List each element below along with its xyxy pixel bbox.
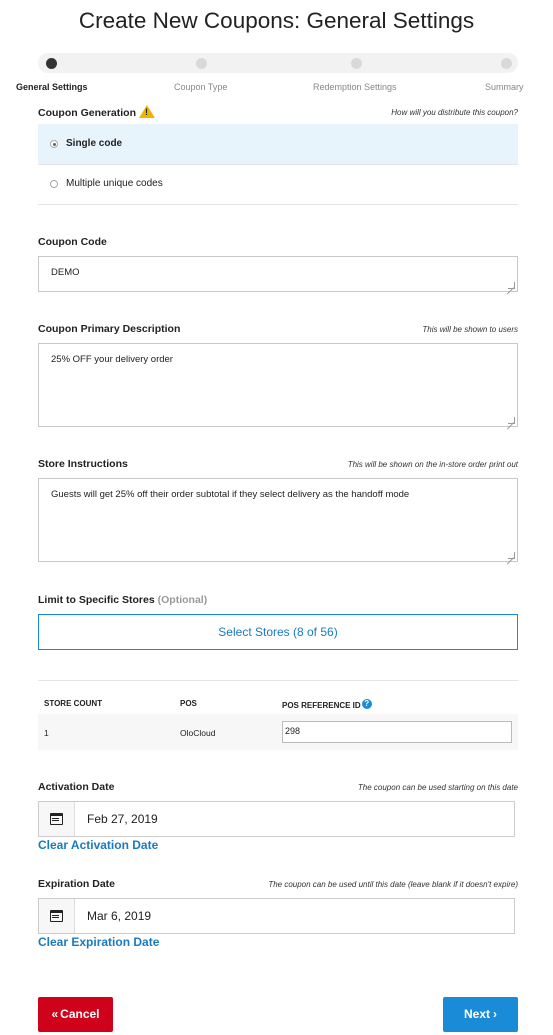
- pos-reference-id-input[interactable]: 298: [282, 721, 512, 743]
- pos-cell: OloCloud: [180, 728, 216, 738]
- coupon-generation-label: Coupon Generation: [38, 105, 155, 119]
- divider: [38, 680, 518, 681]
- primary-description-textarea[interactable]: 25% OFF your delivery order: [38, 343, 518, 427]
- step-dot-summary[interactable]: [501, 58, 512, 69]
- activation-date-value[interactable]: Feb 27, 2019: [87, 812, 158, 826]
- calendar-button[interactable]: [39, 802, 75, 836]
- radio-single-code-label[interactable]: Single code: [66, 138, 122, 149]
- limit-stores-label: Limit to Specific Stores (Optional): [38, 594, 207, 606]
- cancel-button[interactable]: Cancel: [38, 997, 113, 1032]
- resize-handle-icon[interactable]: [508, 282, 515, 289]
- table-header-pos: POS: [180, 699, 197, 708]
- step-dot-redemption-settings[interactable]: [351, 58, 362, 69]
- radio-multiple-unique-codes[interactable]: Multiple unique codes: [38, 164, 518, 204]
- next-label[interactable]: Next: [464, 1007, 497, 1021]
- clear-expiration-date-link[interactable]: Clear Expiration Date: [38, 935, 159, 949]
- radio-button-icon[interactable]: [50, 140, 58, 148]
- table-header-store-count: STORE COUNT: [44, 699, 103, 708]
- coupon-generation-label-text: Coupon Generation: [38, 107, 136, 119]
- divider: [38, 204, 518, 205]
- step-dot-coupon-type[interactable]: [196, 58, 207, 69]
- next-button[interactable]: Next: [443, 997, 518, 1032]
- step-label-coupon-type[interactable]: Coupon Type: [174, 82, 227, 92]
- radio-multiple-unique-codes-label[interactable]: Multiple unique codes: [66, 178, 163, 189]
- coupon-code-value: DEMO: [51, 267, 80, 278]
- clear-activation-date-link[interactable]: Clear Activation Date: [38, 838, 158, 852]
- step-label-redemption-settings[interactable]: Redemption Settings: [313, 82, 397, 92]
- radio-button-icon[interactable]: [50, 180, 58, 188]
- help-icon[interactable]: ?: [361, 699, 372, 709]
- select-stores-button[interactable]: Select Stores (8 of 56): [38, 614, 518, 650]
- store-count-cell: 1: [44, 728, 49, 738]
- calendar-icon[interactable]: [50, 910, 63, 922]
- primary-description-label: Coupon Primary Description: [38, 323, 181, 335]
- store-instructions-hint: This will be shown on the in-store order…: [347, 460, 518, 469]
- coupon-code-label: Coupon Code: [38, 236, 107, 248]
- progress-stepper: [38, 53, 518, 73]
- store-instructions-textarea[interactable]: Guests will get 25% off their order subt…: [38, 478, 518, 562]
- expiration-date-hint: The coupon can be used until this date (…: [268, 880, 518, 889]
- expiration-date-label: Expiration Date: [38, 878, 116, 890]
- expiration-date-input[interactable]: Mar 6, 2019: [38, 898, 515, 934]
- table-header-pos-reference-id: POS REFERENCE ID?: [282, 699, 372, 710]
- step-label-summary[interactable]: Summary: [485, 82, 524, 92]
- coupon-code-input[interactable]: DEMO: [38, 256, 518, 292]
- activation-date-label: Activation Date: [38, 781, 115, 793]
- calendar-icon[interactable]: [50, 813, 63, 825]
- page-title: Create New Coupons: General Settings: [78, 8, 475, 33]
- step-label-general-settings[interactable]: General Settings: [16, 82, 88, 92]
- calendar-button[interactable]: [39, 899, 75, 933]
- activation-date-hint: The coupon can be used starting on this …: [357, 783, 518, 792]
- optional-tag: (Optional): [157, 594, 208, 606]
- resize-handle-icon[interactable]: [508, 417, 515, 424]
- resize-handle-icon[interactable]: [508, 552, 515, 559]
- coupon-generation-hint: How will you distribute this coupon?: [391, 108, 518, 117]
- store-instructions-label: Store Instructions: [38, 458, 128, 470]
- warning-icon: [139, 105, 155, 118]
- activation-date-input[interactable]: Feb 27, 2019: [38, 801, 515, 837]
- store-instructions-value: Guests will get 25% off their order subt…: [51, 489, 410, 500]
- primary-description-value: 25% OFF your delivery order: [51, 354, 173, 365]
- expiration-date-value[interactable]: Mar 6, 2019: [87, 909, 151, 923]
- radio-single-code[interactable]: Single code: [38, 124, 518, 164]
- table-header-pos-reference-id-text: POS REFERENCE ID: [282, 701, 361, 710]
- step-dot-general-settings[interactable]: [46, 58, 57, 69]
- cancel-label[interactable]: Cancel: [51, 1007, 99, 1021]
- limit-stores-label-text: Limit to Specific Stores: [38, 594, 155, 606]
- primary-description-hint: This will be shown to users: [422, 325, 518, 334]
